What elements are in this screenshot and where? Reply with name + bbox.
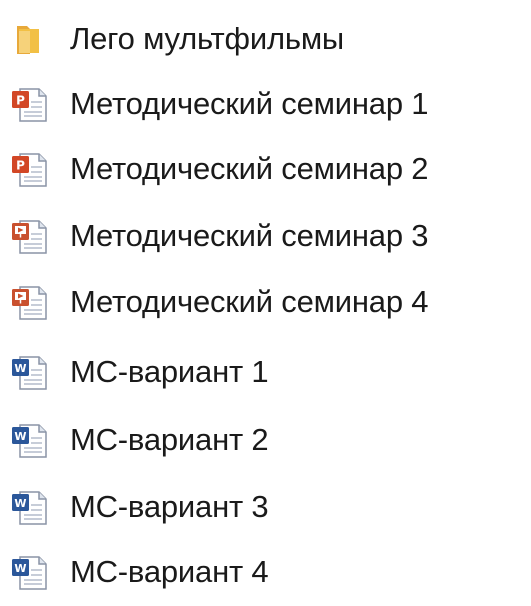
file-name: МС-вариант 1 [70, 354, 269, 389]
file-name: МС-вариант 2 [70, 422, 269, 457]
svg-text:P: P [16, 159, 25, 173]
file-name: МС-вариант 3 [70, 489, 269, 524]
list-item[interactable]: Методический семинар 3 [0, 202, 531, 270]
list-item[interactable]: P Методический семинар 2 [0, 135, 531, 203]
word-file-icon: W [9, 487, 49, 527]
list-item[interactable]: W МС-вариант 4 [0, 538, 531, 606]
powerpoint-show-file-icon [9, 282, 49, 322]
folder-icon [9, 19, 49, 59]
file-name: Методический семинар 4 [70, 284, 429, 319]
svg-text:W: W [14, 497, 26, 510]
list-item[interactable]: W МС-вариант 1 [0, 338, 531, 406]
file-list: Лего мультфильмы P Методический семинар … [0, 0, 531, 606]
svg-text:W: W [14, 362, 26, 375]
powerpoint-show-file-icon [9, 216, 49, 256]
word-file-icon: W [9, 552, 49, 592]
file-name: МС-вариант 4 [70, 554, 269, 589]
svg-text:W: W [14, 562, 26, 575]
file-name: Лего мультфильмы [70, 21, 345, 56]
list-item[interactable]: P Методический семинар 1 [0, 70, 531, 138]
powerpoint-file-icon: P [9, 149, 49, 189]
list-item[interactable]: Методический семинар 4 [0, 268, 531, 336]
svg-text:P: P [16, 94, 25, 108]
file-name: Методический семинар 3 [70, 218, 429, 253]
list-item[interactable]: Лего мультфильмы [0, 5, 531, 73]
file-name: Методический семинар 2 [70, 151, 429, 186]
list-item[interactable]: W МС-вариант 3 [0, 473, 531, 541]
svg-text:W: W [14, 430, 26, 443]
powerpoint-file-icon: P [9, 84, 49, 124]
file-name: Методический семинар 1 [70, 86, 429, 121]
word-file-icon: W [9, 352, 49, 392]
list-item[interactable]: W МС-вариант 2 [0, 406, 531, 474]
word-file-icon: W [9, 420, 49, 460]
